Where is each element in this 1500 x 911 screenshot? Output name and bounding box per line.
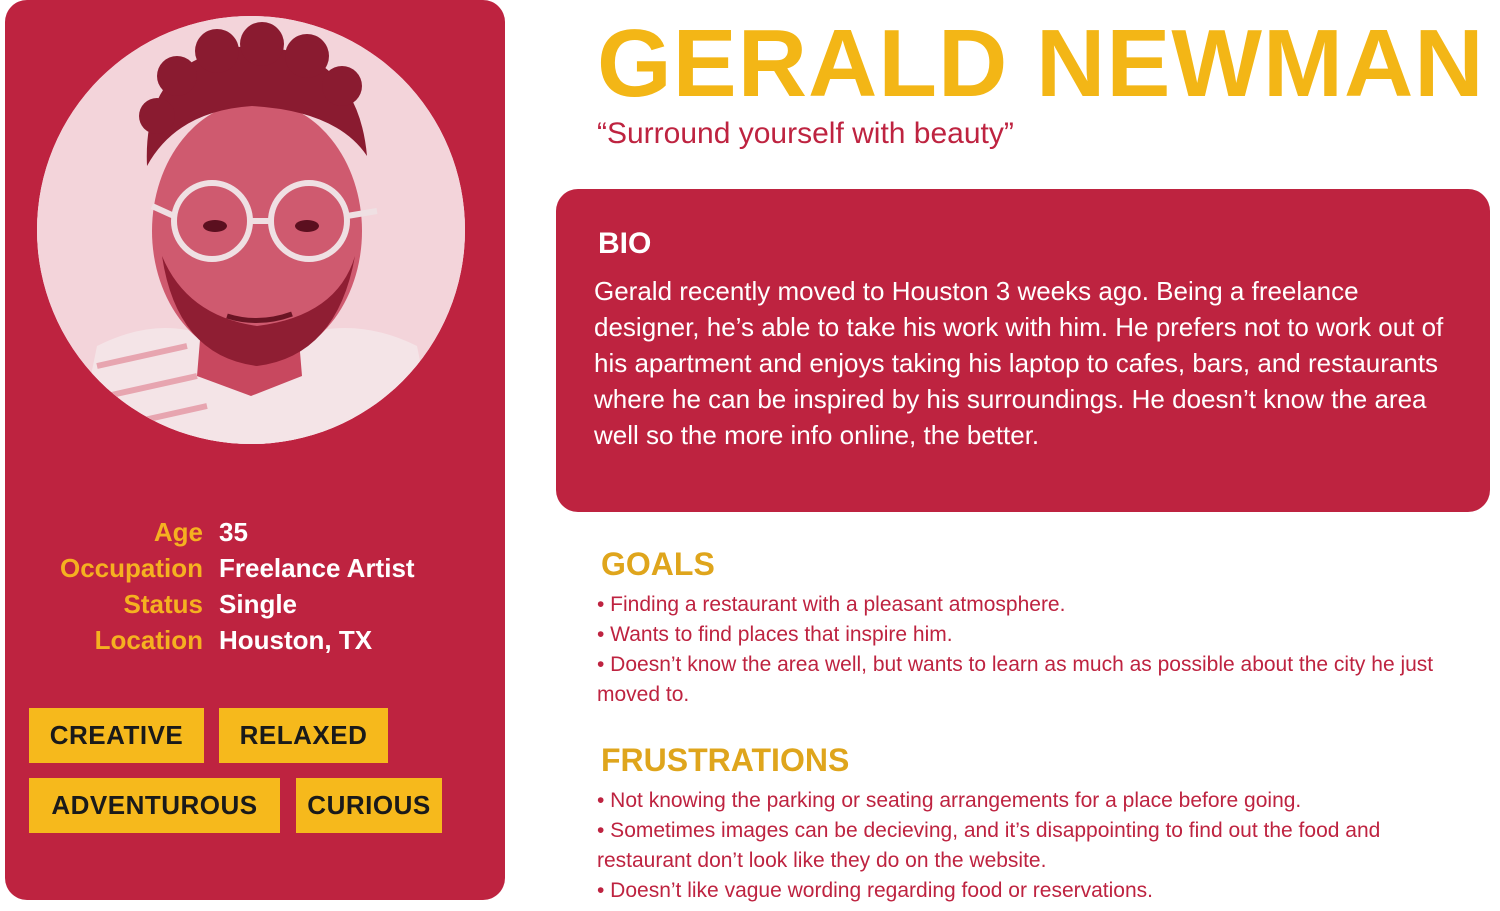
detail-label: Age [153, 516, 203, 547]
detail-label: Occupation [59, 552, 203, 583]
detail-label: Location [94, 624, 203, 655]
persona-quote: “Surround yourself with beauty” [597, 117, 1014, 150]
bio-text: Gerald recently moved to Houston 3 weeks… [594, 276, 1444, 450]
bio-title: BIO [598, 227, 652, 260]
frustrations-list: • Not knowing the parking or seating arr… [597, 786, 1457, 906]
detail-row-occupation: Occupation Freelance Artist [5, 550, 505, 586]
persona-photo [37, 16, 465, 444]
persona-name: GERALD NEWMAN [597, 10, 1485, 117]
detail-value: Freelance Artist [219, 552, 415, 583]
detail-value: Houston, TX [219, 624, 373, 655]
detail-row-status: Status Single [5, 586, 505, 622]
persona-details: Age 35 Occupation Freelance Artist Statu… [5, 514, 505, 658]
detail-row-age: Age 35 [5, 514, 505, 550]
detail-value: Single [219, 588, 298, 619]
list-item: • Doesn’t like vague wording regarding f… [597, 879, 1153, 902]
detail-row-location: Location Houston, TX [5, 622, 505, 658]
trait-tag-creative: CREATIVE [29, 708, 204, 763]
trait-tag-adventurous: ADVENTUROUS [29, 778, 280, 833]
list-item: • Not knowing the parking or seating arr… [597, 789, 1302, 812]
persona-card: Age 35 Occupation Freelance Artist Statu… [5, 0, 505, 900]
trait-tag-curious: CURIOUS [296, 778, 442, 833]
bio-card: BIO Gerald recently moved to Houston 3 w… [556, 189, 1490, 512]
detail-value: 35 [219, 516, 248, 547]
goals-title: GOALS [601, 546, 715, 582]
list-item: • Doesn’t know the area well, but wants … [597, 653, 1434, 706]
list-item: • Sometimes images can be decieving, and… [597, 819, 1381, 872]
detail-label: Status [123, 588, 203, 619]
list-item: • Wants to find places that inspire him. [597, 623, 953, 646]
trait-tag-relaxed: RELAXED [219, 708, 388, 763]
list-item: • Finding a restaurant with a pleasant a… [597, 593, 1066, 616]
goals-list: • Finding a restaurant with a pleasant a… [597, 590, 1457, 710]
frustrations-title: FRUSTRATIONS [601, 742, 850, 778]
